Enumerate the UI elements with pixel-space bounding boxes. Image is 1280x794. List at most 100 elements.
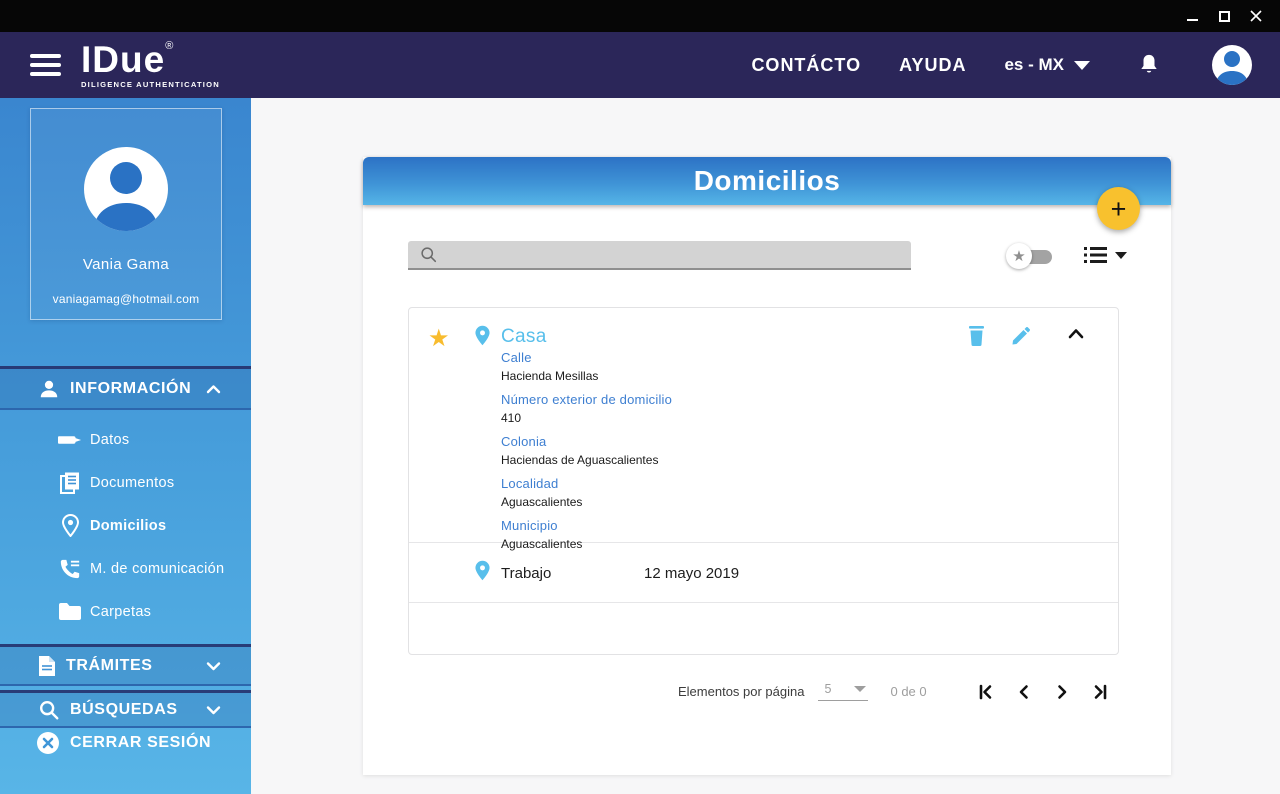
location-pin-icon (58, 514, 82, 537)
search-box[interactable] (408, 241, 911, 270)
logout-label: CERRAR SESIÓN (70, 734, 212, 751)
sidebar-section-busquedas[interactable]: BÚSQUEDAS (0, 690, 251, 728)
location-pin-icon (475, 325, 490, 351)
collapse-chevron-icon[interactable] (1068, 328, 1084, 339)
sidebar-submenu: Datos Documentos Domicilios M. de comuni… (0, 418, 251, 633)
sidebar-section-informacion[interactable]: INFORMACIÓN (0, 366, 251, 410)
sidebar-item-label: Documentos (90, 474, 175, 491)
panel-header: Domicilios (363, 157, 1171, 205)
field-numero-exterior: Número exterior de domicilio 410 (501, 392, 672, 425)
first-page-button[interactable] (977, 683, 995, 701)
app-logo: IDue® DILIGENCE AUTHENTICATION (81, 41, 220, 89)
logout-button[interactable]: CERRAR SESIÓN (0, 728, 251, 758)
field-colonia: Colonia Haciendas de Aguascalientes (501, 434, 672, 467)
address-row-trabajo[interactable]: Trabajo 12 mayo 2019 (409, 543, 1118, 603)
page-size-label: Elementos por página (678, 684, 805, 699)
field-label: Municipio (501, 518, 558, 533)
profile-name: Vania Gama (82, 256, 170, 273)
logo-title: IDue (81, 39, 166, 81)
document-icon (38, 655, 56, 677)
search-icon (421, 247, 437, 263)
field-value: Aguascalientes (501, 495, 583, 509)
address-name: Trabajo (501, 565, 552, 582)
sidebar-item-label: M. de comunicación (90, 560, 225, 577)
app-header: IDue® DILIGENCE AUTHENTICATION CONTÁCTO … (0, 32, 1280, 98)
window-titlebar (0, 0, 1280, 32)
close-icon[interactable] (1240, 1, 1272, 31)
field-calle: Calle Hacienda Mesillas (501, 350, 672, 383)
language-value: es - MX (1004, 55, 1064, 74)
nav-ayuda[interactable]: AYUDA (899, 55, 966, 76)
sidebar: Vania Gama vaniagamag@hotmail.com INFORM… (0, 98, 251, 794)
search-icon (38, 699, 60, 721)
field-label: Localidad (501, 476, 559, 491)
address-row-casa: ★ Casa Calle Hacienda Mesillas Número ex… (409, 308, 1118, 551)
addresses-card: ★ Casa Calle Hacienda Mesillas Número ex… (408, 307, 1119, 655)
chevron-down-icon (1074, 60, 1090, 70)
phone-icon (58, 558, 82, 580)
list-view-dropdown[interactable] (1084, 246, 1127, 264)
profile-avatar (84, 147, 168, 231)
sidebar-item-domicilios[interactable]: Domicilios (0, 504, 251, 547)
field-localidad: Localidad Aguascalientes (501, 476, 672, 509)
field-label: Colonia (501, 434, 547, 449)
field-value: Haciendas de Aguascalientes (501, 453, 659, 467)
sidebar-section-label: BÚSQUEDAS (70, 700, 178, 718)
notifications-bell-icon[interactable] (1138, 53, 1160, 77)
profile-card: Vania Gama vaniagamag@hotmail.com (30, 108, 222, 320)
address-date: 12 mayo 2019 (644, 565, 740, 582)
main-panel: Domicilios + ★ ★ Casa Calle Hacienda Mes… (363, 157, 1171, 775)
edit-pencil-icon[interactable] (1011, 326, 1030, 346)
sidebar-item-carpetas[interactable]: Carpetas (0, 590, 251, 633)
sidebar-item-label: Domicilios (90, 517, 167, 534)
pagination-range: 0 de 0 (890, 684, 927, 699)
chevron-down-icon (206, 705, 221, 715)
close-circle-icon (36, 731, 60, 755)
previous-page-button[interactable] (1015, 683, 1033, 701)
sidebar-section-tramites[interactable]: TRÁMITES (0, 644, 251, 686)
sidebar-item-label: Datos (90, 431, 130, 448)
menu-icon[interactable] (30, 49, 61, 81)
minimize-icon[interactable] (1176, 1, 1208, 31)
favorites-filter-toggle[interactable]: ★ (1006, 243, 1054, 270)
sidebar-item-documentos[interactable]: Documentos (0, 461, 251, 504)
field-label: Número exterior de domicilio (501, 392, 673, 407)
page-title: Domicilios (693, 165, 841, 196)
chevron-down-icon (206, 661, 221, 671)
list-icon (1084, 247, 1107, 263)
logo-tagline: DILIGENCE AUTHENTICATION (81, 80, 220, 90)
delete-icon[interactable] (968, 326, 985, 346)
chevron-up-icon (206, 384, 221, 394)
page-size-select[interactable]: 5 (818, 682, 869, 701)
nav-contacto[interactable]: CONTÁCTO (751, 55, 861, 76)
folder-icon (58, 602, 82, 621)
card-icon (58, 432, 82, 448)
language-selector[interactable]: es - MX (1004, 55, 1090, 75)
favorite-star-icon[interactable]: ★ (428, 324, 450, 353)
person-icon (38, 378, 60, 400)
location-pin-icon (475, 560, 490, 586)
sidebar-section-label: TRÁMITES (66, 656, 153, 674)
field-value: Hacienda Mesillas (501, 369, 599, 383)
chevron-down-icon (1115, 251, 1127, 259)
address-fields: Calle Hacienda Mesillas Número exterior … (501, 350, 672, 560)
search-input[interactable] (437, 241, 911, 268)
empty-row (409, 603, 1118, 655)
field-value: 410 (501, 411, 522, 425)
registered-mark: ® (165, 40, 175, 53)
next-page-button[interactable] (1053, 683, 1071, 701)
documents-icon (58, 472, 82, 494)
user-avatar[interactable] (1212, 45, 1252, 85)
add-address-button[interactable]: + (1097, 187, 1140, 230)
last-page-button[interactable] (1091, 683, 1109, 701)
sidebar-section-label: INFORMACIÓN (70, 379, 192, 397)
pagination: Elementos por página 5 0 de 0 (678, 682, 1109, 701)
sidebar-item-datos[interactable]: Datos (0, 418, 251, 461)
profile-email: vaniagamag@hotmail.com (52, 292, 200, 306)
star-icon: ★ (1006, 243, 1032, 269)
sidebar-item-label: Carpetas (90, 603, 152, 620)
maximize-icon[interactable] (1208, 1, 1240, 31)
pagination-nav (977, 683, 1109, 701)
chevron-down-icon (854, 686, 867, 692)
sidebar-item-m-de-comunicacion[interactable]: M. de comunicación (0, 547, 251, 590)
